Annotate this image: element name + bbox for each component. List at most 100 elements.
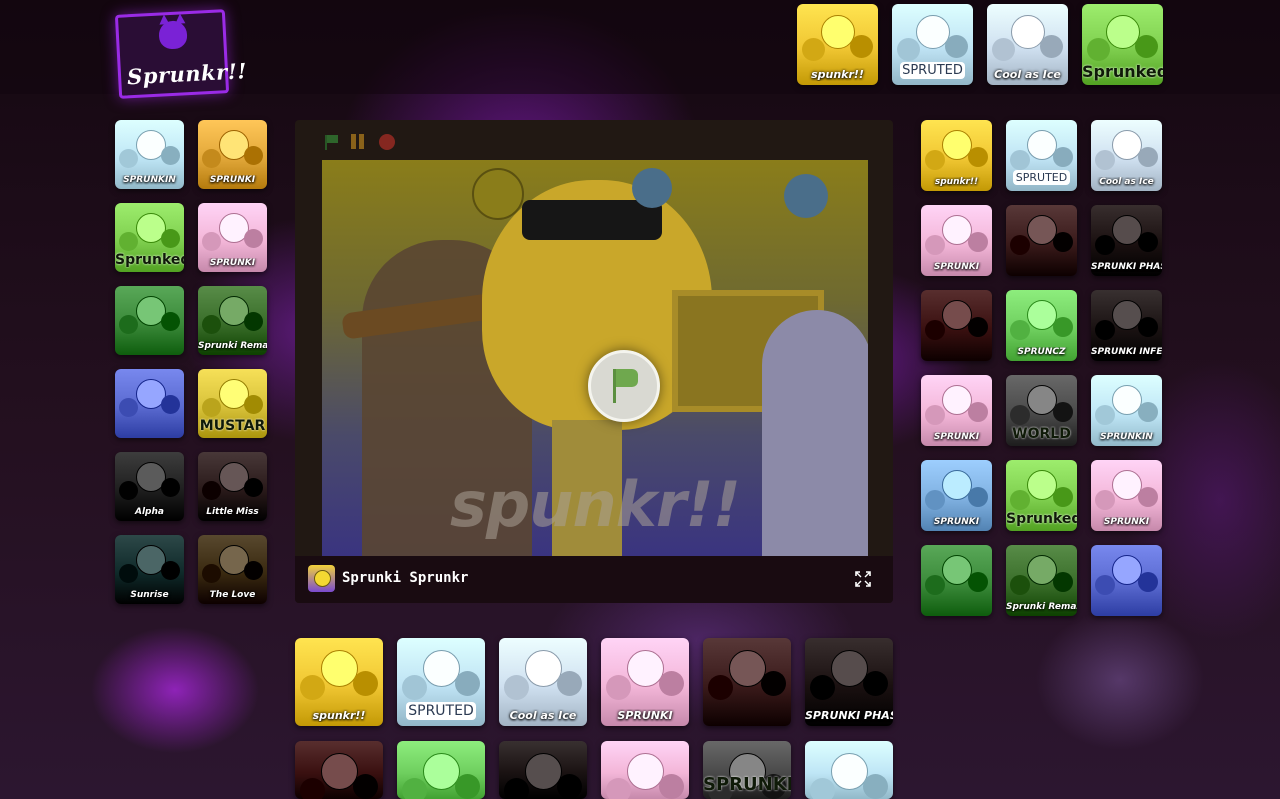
game-tile-caption: Sprunked bbox=[1082, 62, 1163, 81]
game-tile[interactable]: SPRUNKI bbox=[198, 203, 267, 272]
character-side bbox=[1138, 147, 1158, 167]
character-body bbox=[925, 320, 945, 340]
character-body bbox=[925, 490, 945, 510]
game-tile[interactable] bbox=[805, 741, 893, 799]
character-body bbox=[202, 481, 221, 500]
game-tile[interactable] bbox=[115, 369, 184, 438]
game-tile-caption: Sprunki Remastered bbox=[198, 341, 267, 351]
game-tile-caption: spunkr!! bbox=[934, 177, 979, 187]
game-tile[interactable]: Cool as Ice bbox=[987, 4, 1068, 85]
character-body bbox=[202, 564, 221, 583]
stage-character-ball-mid bbox=[632, 168, 672, 208]
character-body bbox=[1095, 320, 1115, 340]
character-side bbox=[1053, 487, 1073, 507]
game-tile[interactable]: SPRUTED bbox=[397, 638, 485, 726]
game-tile[interactable]: SPRUNKI PHASE 4 bbox=[1091, 205, 1162, 276]
player-controls bbox=[323, 132, 395, 152]
game-stage[interactable]: spunkr!! bbox=[322, 160, 868, 556]
game-tile[interactable] bbox=[1091, 545, 1162, 616]
game-tile[interactable]: spunkr!! bbox=[797, 4, 878, 85]
game-tile[interactable]: spunkr!! bbox=[295, 638, 383, 726]
game-tile[interactable] bbox=[921, 545, 992, 616]
game-tile-caption: Sprunki Remastered bbox=[1006, 602, 1077, 612]
game-tile[interactable]: SPRUNKI bbox=[601, 638, 689, 726]
game-tile[interactable]: SPRUTED bbox=[892, 4, 973, 85]
game-tile[interactable]: Sprunki Remastered bbox=[1006, 545, 1077, 616]
game-tile-caption: The Love bbox=[209, 590, 256, 600]
character-side bbox=[761, 671, 786, 696]
game-tile[interactable]: SPRUNCZ bbox=[1006, 290, 1077, 361]
character-body bbox=[504, 778, 529, 799]
character-body bbox=[119, 149, 138, 168]
game-tile-caption: SPRUNKIN bbox=[1100, 432, 1153, 442]
site-logo[interactable]: Sprunkr!! bbox=[114, 9, 248, 99]
character-body bbox=[606, 675, 631, 700]
game-tile[interactable]: spunkr!! bbox=[921, 120, 992, 191]
game-tile[interactable] bbox=[397, 741, 485, 799]
character-side bbox=[1135, 35, 1158, 58]
character-side bbox=[455, 671, 480, 696]
character-side bbox=[659, 774, 684, 799]
game-tile[interactable]: WORLD bbox=[1006, 375, 1077, 446]
character-body bbox=[810, 675, 835, 700]
pause-icon[interactable] bbox=[351, 134, 367, 150]
game-tile[interactable]: Cool as Ice bbox=[499, 638, 587, 726]
game-tile-caption: SPRUNKI bbox=[933, 432, 980, 442]
game-tile-caption: SPRUNKI PHASE 4 bbox=[1091, 262, 1162, 272]
character-side bbox=[161, 312, 180, 331]
game-tile[interactable]: Sprunked bbox=[1006, 460, 1077, 531]
game-tile[interactable] bbox=[1006, 205, 1077, 276]
character-side bbox=[1138, 232, 1158, 252]
game-tile-caption: Sprunked bbox=[115, 252, 184, 268]
game-tile-caption: SPRUNKIS bbox=[703, 774, 791, 795]
game-tile[interactable]: SPRUNKI bbox=[921, 460, 992, 531]
game-tile[interactable]: SPRUNKI bbox=[198, 120, 267, 189]
character-body bbox=[119, 398, 138, 417]
character-side bbox=[659, 671, 684, 696]
game-tile[interactable]: Cool as Ice bbox=[1091, 120, 1162, 191]
game-tile[interactable]: Sprunked bbox=[1082, 4, 1163, 85]
character-side bbox=[557, 774, 582, 799]
character-side bbox=[850, 35, 873, 58]
fullscreen-icon[interactable] bbox=[855, 571, 871, 587]
game-tile[interactable]: SPRUNKI INFECTED bbox=[1091, 290, 1162, 361]
character-side bbox=[1053, 402, 1073, 422]
game-tile[interactable]: SPRUNKIS bbox=[703, 741, 791, 799]
game-tile[interactable] bbox=[703, 638, 791, 726]
game-tile[interactable]: Sunrise bbox=[115, 535, 184, 604]
game-tile[interactable]: SPRUNKI PHASE 4 bbox=[805, 638, 893, 726]
game-tile[interactable]: The Love bbox=[198, 535, 267, 604]
play-button[interactable] bbox=[588, 350, 660, 422]
game-tile[interactable]: Alpha bbox=[115, 452, 184, 521]
character-body bbox=[1010, 405, 1030, 425]
character-side bbox=[863, 774, 888, 799]
logo-mascot-icon bbox=[158, 20, 188, 50]
game-tile-caption: SPRUNKI bbox=[617, 709, 673, 722]
game-tile[interactable]: SPRUTED bbox=[1006, 120, 1077, 191]
game-tile[interactable]: SPRUNKI bbox=[1091, 460, 1162, 531]
character-body bbox=[119, 232, 138, 251]
game-tile[interactable]: SPRUNKIN bbox=[1091, 375, 1162, 446]
game-tile[interactable]: SPRUNKI bbox=[921, 205, 992, 276]
game-tile[interactable]: SPRUNKIN bbox=[115, 120, 184, 189]
green-flag-icon[interactable] bbox=[323, 134, 339, 150]
character-side bbox=[1053, 232, 1073, 252]
game-tile-caption: SPRUTED bbox=[900, 62, 965, 79]
game-tile-caption: spunkr!! bbox=[811, 68, 864, 81]
game-tile[interactable] bbox=[601, 741, 689, 799]
play-flag-icon bbox=[616, 369, 638, 387]
game-tile[interactable]: MUSTAR bbox=[198, 369, 267, 438]
stage-character-sunglasses bbox=[522, 200, 662, 240]
game-tile[interactable] bbox=[295, 741, 383, 799]
game-tile-caption: Cool as Ice bbox=[509, 709, 577, 722]
game-tile[interactable]: Sprunked bbox=[115, 203, 184, 272]
stage-character-ball-left bbox=[472, 168, 524, 220]
game-tile[interactable] bbox=[921, 290, 992, 361]
game-tile[interactable]: Little Miss bbox=[198, 452, 267, 521]
game-tile[interactable]: SPRUNKI bbox=[921, 375, 992, 446]
stage-character-ball-right bbox=[784, 174, 828, 218]
game-tile[interactable] bbox=[115, 286, 184, 355]
game-tile[interactable]: Sprunki Remastered bbox=[198, 286, 267, 355]
game-tile[interactable] bbox=[499, 741, 587, 799]
stop-icon[interactable] bbox=[379, 134, 395, 150]
